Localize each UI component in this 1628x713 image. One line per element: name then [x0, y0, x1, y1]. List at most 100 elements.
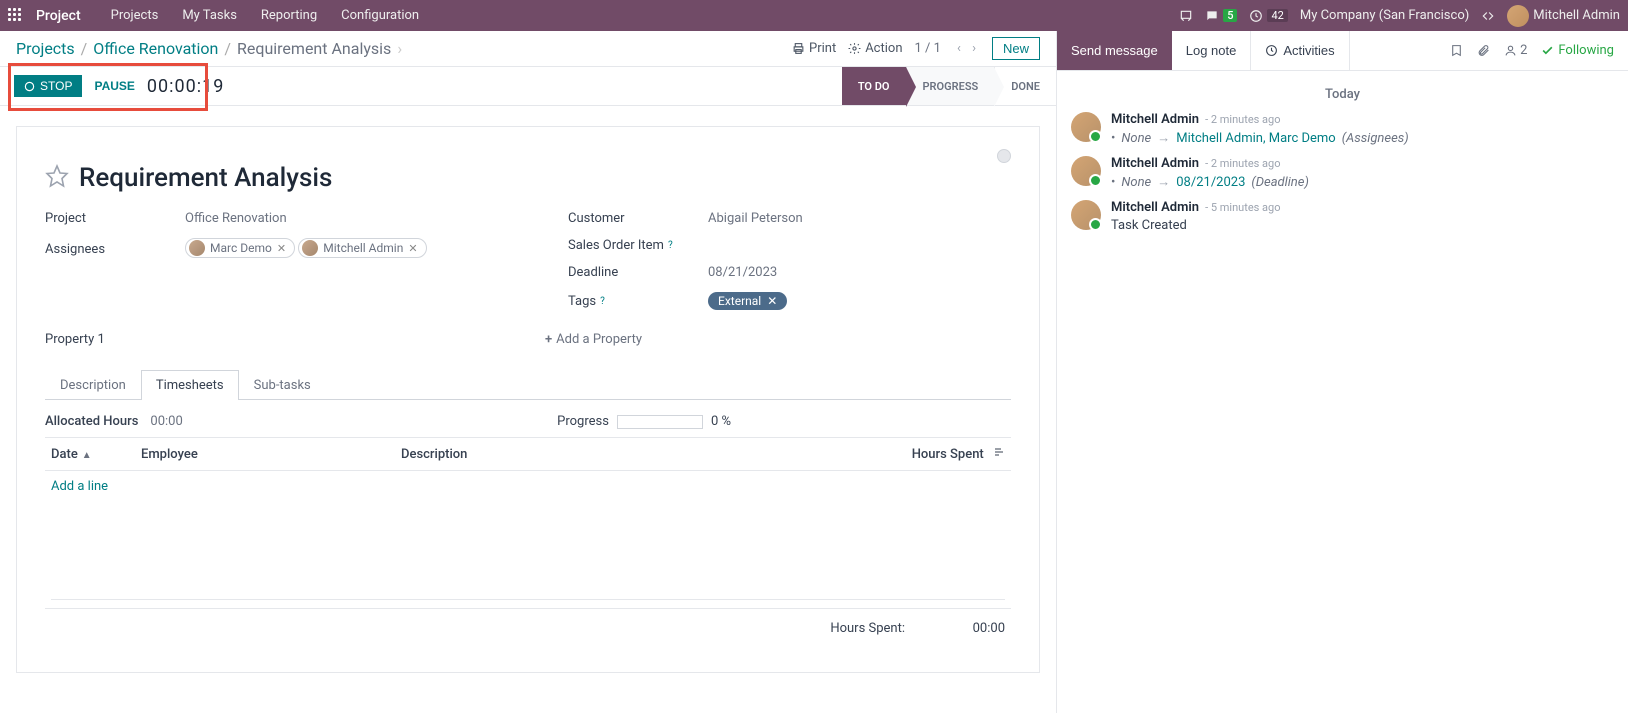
chat-badge: 5 — [1223, 9, 1237, 22]
debug-icon[interactable] — [1481, 9, 1495, 23]
message-time: 2 minutes ago — [1205, 157, 1280, 170]
action-button[interactable]: Action — [848, 41, 902, 56]
star-icon[interactable] — [45, 164, 69, 192]
stop-label: STOP — [40, 79, 72, 93]
tab-description[interactable]: Description — [45, 370, 141, 400]
action-label: Action — [865, 41, 902, 56]
form-sheet: Requirement Analysis Project Office Reno… — [16, 126, 1040, 673]
breadcrumb-projects[interactable]: Projects — [16, 39, 75, 58]
message-author[interactable]: Mitchell Admin — [1111, 112, 1199, 127]
value-tags[interactable]: External ✕ — [708, 292, 787, 310]
menu-reporting[interactable]: Reporting — [251, 8, 327, 23]
breadcrumb-project[interactable]: Office Renovation — [93, 39, 218, 58]
activities-button[interactable]: Activities — [1250, 31, 1349, 70]
message-author[interactable]: Mitchell Admin — [1111, 156, 1199, 171]
chatter-day-label: Today — [1071, 87, 1614, 102]
remove-icon[interactable]: ✕ — [277, 242, 286, 255]
topbar: Project Projects My Tasks Reporting Conf… — [0, 0, 1628, 31]
col-employee[interactable]: Employee — [135, 438, 395, 471]
label-project: Project — [45, 211, 185, 226]
help-icon[interactable]: ? — [668, 240, 673, 251]
stage-todo[interactable]: TO DO — [842, 67, 906, 105]
menu-configuration[interactable]: Configuration — [331, 8, 429, 23]
timesheet-table: Date▲ Employee Description Hours Spent A… — [45, 437, 1011, 608]
tag-pill[interactable]: External ✕ — [708, 292, 787, 310]
follower-count: 2 — [1520, 43, 1527, 58]
col-hours[interactable]: Hours Spent — [881, 438, 1011, 471]
print-button[interactable]: Print — [792, 41, 836, 56]
value-customer[interactable]: Abigail Peterson — [708, 211, 803, 226]
brand: Project — [36, 8, 81, 24]
remove-icon[interactable]: ✕ — [767, 294, 777, 308]
message-time: 5 minutes ago — [1205, 201, 1280, 214]
avatar — [1507, 5, 1529, 27]
total-label: Hours Spent: — [830, 621, 905, 636]
user-menu[interactable]: Mitchell Admin — [1507, 5, 1620, 27]
stop-button[interactable]: STOP — [14, 75, 82, 97]
progress-bar — [617, 415, 703, 429]
assignee-chip[interactable]: Marc Demo ✕ — [185, 238, 295, 258]
send-message-button[interactable]: Send message — [1057, 31, 1172, 70]
avatar — [302, 240, 318, 256]
apps-icon[interactable] — [8, 8, 24, 24]
avatar — [189, 240, 205, 256]
log-note-button[interactable]: Log note — [1172, 31, 1251, 70]
label-property1[interactable]: Property 1 — [45, 332, 545, 347]
arrow-icon: → — [1157, 130, 1170, 146]
followers-button[interactable]: 2 — [1504, 43, 1527, 58]
pager-prev[interactable]: ‹ — [953, 41, 965, 56]
avatar — [1071, 112, 1101, 142]
status-row: STOP PAUSE 00:00:19 TO DO PROGRESS DONE — [0, 66, 1056, 106]
tabs: Description Timesheets Sub-tasks — [45, 369, 1011, 400]
sort-asc-icon: ▲ — [82, 450, 92, 461]
chat-icon[interactable]: 5 — [1205, 9, 1237, 23]
value-assignees[interactable]: Marc Demo ✕ Mitchell Admin ✕ — [185, 238, 427, 260]
attachment-icon[interactable] — [1477, 44, 1490, 57]
total-value: 00:00 — [945, 621, 1005, 636]
new-button[interactable]: New — [992, 37, 1040, 60]
tab-timesheets[interactable]: Timesheets — [141, 370, 239, 400]
breadcrumb-sep: / — [224, 39, 231, 58]
col-description[interactable]: Description — [395, 438, 881, 471]
allocated-hours-label: Allocated Hours — [45, 414, 138, 429]
value-project[interactable]: Office Renovation — [185, 211, 287, 226]
menu-projects[interactable]: Projects — [101, 8, 169, 23]
kanban-state-dot[interactable] — [997, 149, 1011, 163]
assignee-chip[interactable]: Mitchell Admin ✕ — [298, 238, 426, 258]
chatter-message: Mitchell Admin 2 minutes ago • None → 08… — [1071, 156, 1614, 190]
allocated-hours-value[interactable]: 00:00 — [150, 414, 182, 429]
progress-value: 0 % — [711, 414, 731, 429]
settings-icon[interactable] — [993, 446, 1005, 458]
task-title[interactable]: Requirement Analysis — [79, 163, 332, 193]
stage-progress[interactable]: PROGRESS — [906, 67, 995, 105]
pager-count: 1 / 1 — [915, 41, 941, 56]
chatter-message: Mitchell Admin 2 minutes ago • None → Mi… — [1071, 112, 1614, 146]
pager-next[interactable]: › — [968, 41, 980, 56]
label-assignees: Assignees — [45, 242, 185, 257]
company-switcher[interactable]: My Company (San Francisco) — [1300, 8, 1469, 23]
message-author[interactable]: Mitchell Admin — [1111, 200, 1199, 215]
remove-icon[interactable]: ✕ — [408, 242, 417, 255]
phone-icon[interactable] — [1179, 9, 1193, 23]
add-line-button[interactable]: Add a line — [51, 479, 108, 494]
message-time: 2 minutes ago — [1205, 113, 1280, 126]
add-property-button[interactable]: + Add a Property — [545, 332, 642, 347]
col-date[interactable]: Date▲ — [45, 438, 135, 471]
tab-subtasks[interactable]: Sub-tasks — [239, 370, 326, 400]
label-sales-order: Sales Order Item ? — [568, 238, 708, 253]
chevron-right-icon: › — [397, 39, 402, 58]
print-label: Print — [809, 41, 836, 56]
help-icon[interactable]: ? — [600, 296, 605, 307]
value-deadline[interactable]: 08/21/2023 — [708, 265, 777, 280]
avatar — [1071, 156, 1101, 186]
breadcrumb-sep: / — [81, 39, 88, 58]
arrow-icon: → — [1157, 174, 1170, 190]
control-row: Projects / Office Renovation / Requireme… — [0, 31, 1056, 66]
bookmark-icon[interactable] — [1450, 44, 1463, 57]
menu-mytasks[interactable]: My Tasks — [172, 8, 247, 23]
pause-button[interactable]: PAUSE — [94, 79, 134, 93]
progress-label: Progress — [557, 414, 609, 429]
following-button[interactable]: Following — [1541, 43, 1614, 58]
chatter: Send message Log note Activities 2 — [1056, 31, 1628, 713]
clock-icon[interactable]: 42 — [1249, 9, 1287, 23]
